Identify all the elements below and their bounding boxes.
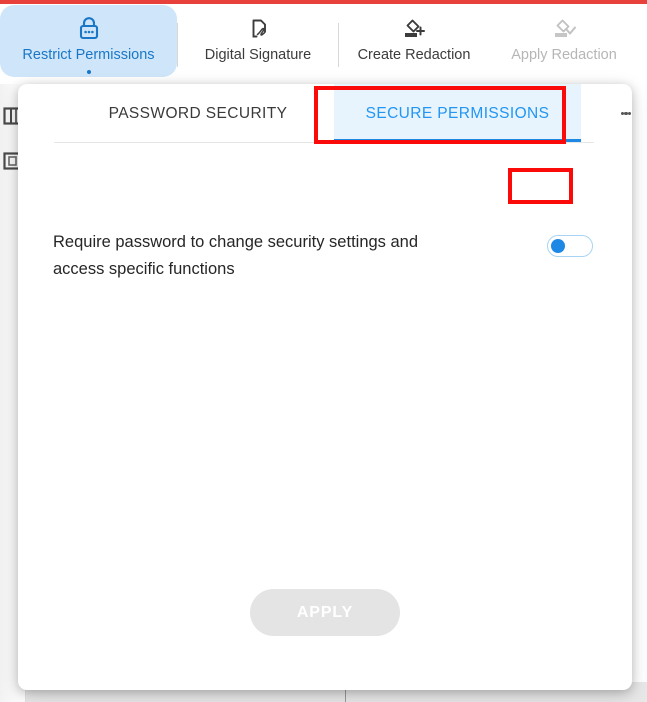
redaction-plus-icon (399, 14, 429, 44)
tab-label-password-security: PASSWORD SECURITY (108, 104, 288, 122)
toolbar-label-restrict-permissions: Restrict Permissions (22, 47, 155, 63)
toolbar-label-apply-redaction: Apply Redaction (511, 47, 617, 63)
toolbar-label-create-redaction: Create Redaction (357, 47, 471, 63)
annotation-top-line (0, 0, 647, 4)
redaction-check-icon (549, 14, 579, 44)
document-signature-icon (245, 14, 271, 44)
toolbar-item-digital-signature[interactable]: Digital Signature (178, 5, 338, 77)
lock-icon (76, 14, 102, 44)
setting-row-require-password: Require password to change security sett… (53, 229, 593, 283)
apply-button[interactable]: APPLY (250, 589, 400, 636)
kebab-dot (627, 111, 632, 116)
require-password-toggle[interactable] (547, 235, 593, 257)
tab-secure-permissions[interactable]: SECURE PERMISSIONS (334, 84, 581, 143)
toolbar-item-apply-redaction: Apply Redaction (489, 5, 639, 77)
toolbar-item-create-redaction[interactable]: Create Redaction (339, 5, 489, 77)
app-screen: Restrict Permissions Digital Signature C… (0, 0, 647, 702)
dialog-tabs: PASSWORD SECURITY SECURE PERMISSIONS (18, 84, 632, 143)
setting-label-require-password: Require password to change security sett… (53, 233, 419, 278)
active-indicator-dot (86, 70, 91, 74)
dialog-body: Require password to change security sett… (18, 143, 632, 690)
kebab-menu-icon[interactable] (604, 84, 632, 143)
top-toolbar: Restrict Permissions Digital Signature C… (0, 5, 647, 83)
security-settings-dialog: PASSWORD SECURITY SECURE PERMISSIONS Req… (18, 84, 632, 690)
toolbar-label-digital-signature: Digital Signature (204, 47, 312, 63)
apply-button-container: APPLY (18, 589, 632, 636)
toolbar-item-restrict-permissions[interactable]: Restrict Permissions (0, 5, 177, 77)
tab-password-security[interactable]: PASSWORD SECURITY (62, 84, 334, 143)
toggle-knob (551, 239, 565, 253)
tab-label-secure-permissions: SECURE PERMISSIONS (365, 104, 550, 122)
